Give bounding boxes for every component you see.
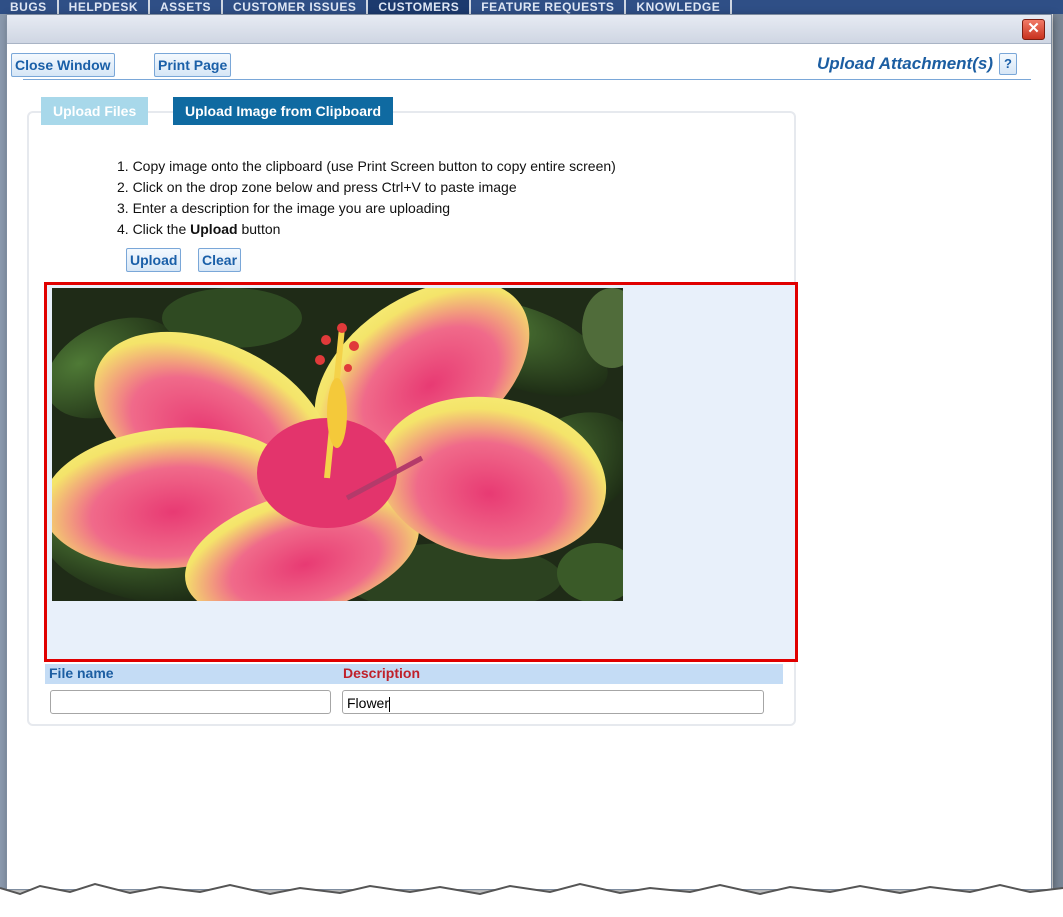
dialog-titlebar: ✕ <box>7 15 1051 44</box>
description-header: Description <box>343 665 421 681</box>
torn-edge <box>0 882 1063 917</box>
dialog-title: Upload Attachment(s) <box>817 54 993 73</box>
instruction-step-4: 4. Click the Upload button <box>117 219 616 240</box>
bg-nav-item[interactable]: CUSTOMER ISSUES <box>223 0 369 14</box>
bg-nav-item-active[interactable]: CUSTOMERS <box>368 0 472 14</box>
bg-nav-item[interactable]: HELPDESK <box>59 0 151 14</box>
bg-nav-item[interactable]: ASSETS <box>150 0 224 14</box>
attachments-grid-header: File name Description <box>45 664 789 684</box>
background-nav: BUGS HELPDESK ASSETS CUSTOMER ISSUES CUSTOME… <box>0 0 1063 14</box>
file-name-header: File name <box>49 665 114 681</box>
upload-button[interactable]: Upload <box>126 248 182 272</box>
tab-upload-image-from-clipboard[interactable]: Upload Image from Clipboard <box>173 97 394 125</box>
help-button[interactable]: ? <box>999 53 1017 75</box>
close-icon[interactable]: ✕ <box>1022 19 1045 40</box>
text-cursor <box>389 696 391 712</box>
instruction-step-4-prefix: 4. Click the <box>117 221 191 237</box>
bg-nav-item[interactable]: FEATURE REQUESTS <box>471 0 627 14</box>
close-window-button[interactable]: Close Window <box>11 53 115 77</box>
instruction-step-1: 1. Copy image onto the clipboard (use Pr… <box>117 158 616 174</box>
instruction-step-4-bold: Upload <box>190 221 238 237</box>
instruction-step-4-suffix: button <box>237 221 281 237</box>
tab-upload-files[interactable]: Upload Files <box>41 97 149 125</box>
pasted-image <box>52 288 623 601</box>
description-input-value: Flower <box>347 695 390 711</box>
instructions-list: 1. Copy image onto the clipboard (use Pr… <box>117 156 616 240</box>
file-name-input[interactable] <box>50 690 331 714</box>
clear-button[interactable]: Clear <box>198 248 242 272</box>
hibiscus-flower-image <box>52 288 623 601</box>
background-right-edge <box>1053 14 1063 894</box>
paste-drop-zone[interactable] <box>44 282 798 662</box>
description-input[interactable]: Flower <box>342 690 764 714</box>
dialog-toolbar: Close Window Print Page Upload Attachmen… <box>11 53 1031 80</box>
bg-nav-item[interactable]: KNOWLEDGE <box>626 0 733 14</box>
instruction-step-3: 3. Enter a description for the image you… <box>117 200 451 216</box>
print-page-button[interactable]: Print Page <box>154 53 232 77</box>
instruction-step-2: 2. Click on the drop zone below and pres… <box>117 179 517 195</box>
bg-nav-item[interactable]: BUGS <box>0 0 59 14</box>
grid-header-edge <box>783 664 789 684</box>
